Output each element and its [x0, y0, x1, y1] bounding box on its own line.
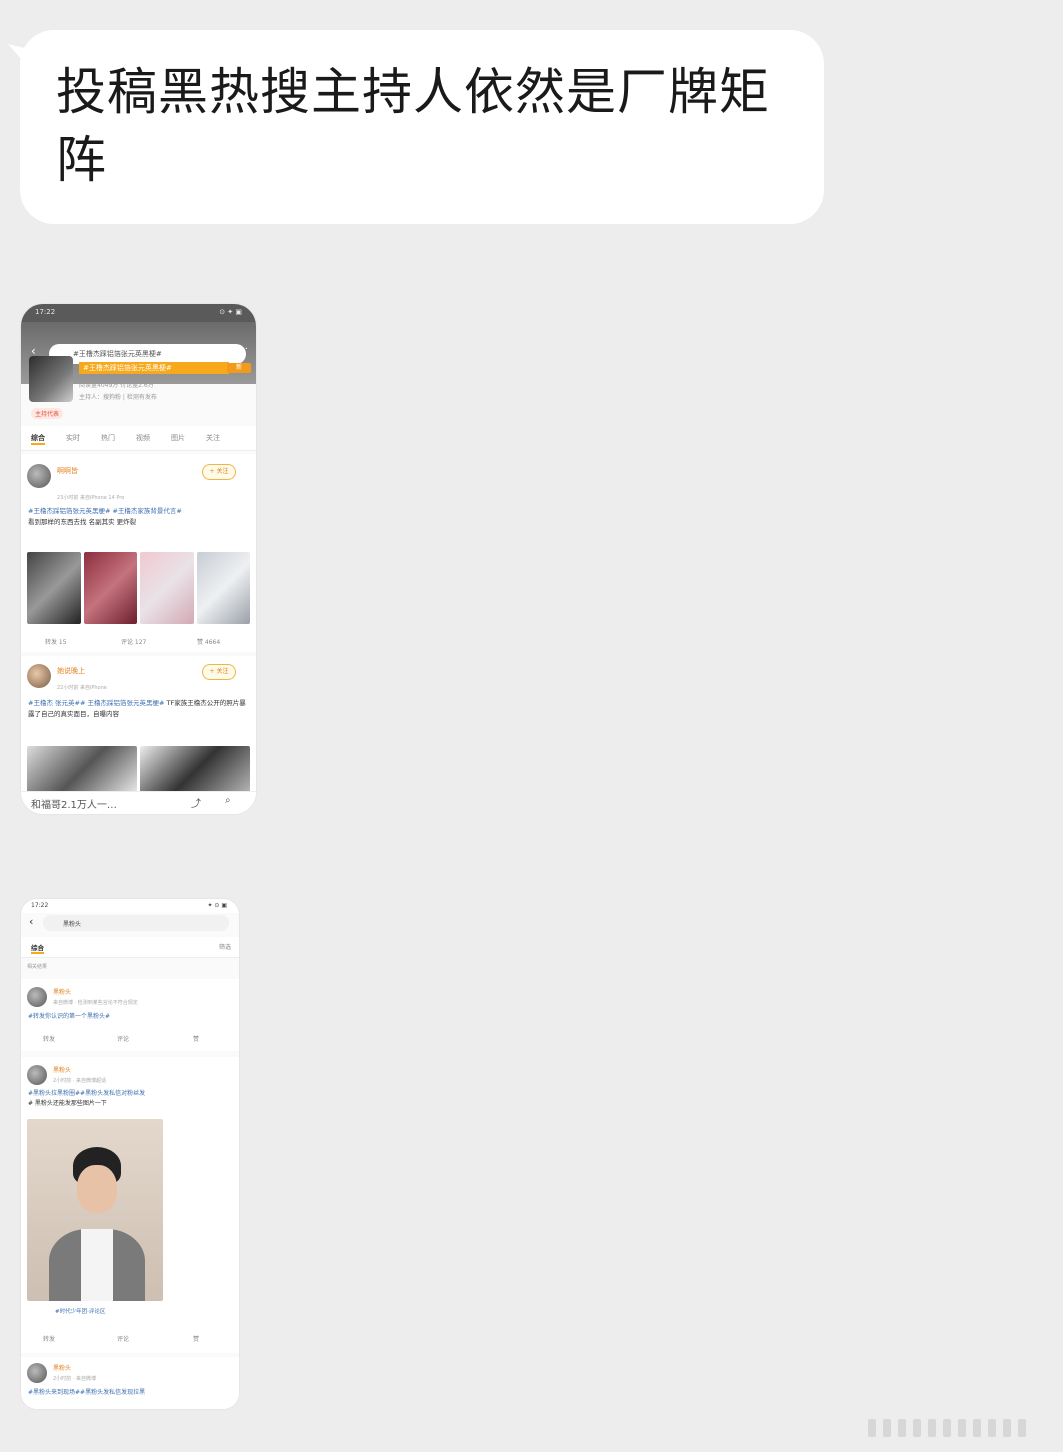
- post-text: #王橹杰 张元英## 王橹杰踩铝箔张元英黑梗# TF家族王橹杰公开的照片暴露了自…: [28, 698, 249, 720]
- post-meta: 2小时前 · 来自微博: [53, 1376, 96, 1382]
- feed-post[interactable]: 黑粉头 来自微博 · 检测到某些言论不符合规定 #转发你认识的第一个黑粉头# 转…: [21, 979, 239, 1051]
- avatar[interactable]: [27, 987, 47, 1007]
- avatar[interactable]: [27, 1363, 47, 1383]
- post-username[interactable]: 她说晚上: [57, 666, 85, 676]
- message-bubble: 投稿黑热搜主持人依然是厂牌矩阵: [20, 30, 824, 224]
- screenshot-thumbnail-2[interactable]: 17:22 ✦ ⊙ ▣ ‹ 黑粉头 综合 筛选 相关结果 黑粉头 来自微博 · …: [21, 899, 239, 1409]
- post-image[interactable]: [27, 552, 81, 624]
- avatar[interactable]: [27, 464, 51, 488]
- post-actions: 转发 评论 赞: [21, 1331, 239, 1347]
- post-text: #黑粉头拉黑粉圈##黑粉头发私信对粉丝发 # 黑粉头还能发那些图片一下: [28, 1089, 232, 1109]
- post-actions: 转发 15 评论 127 赞 4664: [21, 634, 256, 650]
- status-icons: ✦ ⊙ ▣: [207, 902, 227, 909]
- tab-video[interactable]: 视频: [136, 433, 150, 443]
- feed-post[interactable]: 黑粉头 2小时前 · 来自微博超话 #黑粉头拉黑粉圈##黑粉头发私信对粉丝发 #…: [21, 1057, 239, 1353]
- search-icon[interactable]: ⌕: [225, 795, 231, 806]
- status-time: 17:22: [35, 308, 56, 316]
- status-bar: 17:22 ⊙ ✦ ▣: [21, 304, 256, 322]
- post-meta: 23小时前 来自iPhone 14 Pro: [57, 495, 125, 501]
- comment-button[interactable]: 评论 127: [121, 637, 146, 646]
- follow-button[interactable]: + 关注: [202, 664, 236, 680]
- filter-button[interactable]: 筛选: [219, 942, 231, 951]
- screenshot-thumbnail-1[interactable]: 17:22 ⊙ ✦ ▣ ‹ #王橹杰踩铝箔张元英黑梗# ··· #王橹杰踩铝箔张…: [21, 304, 256, 814]
- post-image[interactable]: [83, 552, 137, 624]
- tab-bar: 综合 实时 热门 视频 图片 关注: [21, 426, 256, 451]
- repost-button[interactable]: 转发: [43, 1034, 55, 1043]
- comment-button[interactable]: 评论: [117, 1334, 129, 1343]
- post-hashtags[interactable]: #王橹杰踩铝箔张元英黑梗# #王橹杰家族背景代言#: [28, 507, 182, 515]
- post-username[interactable]: 黑粉头: [53, 1065, 71, 1074]
- topic-cover-image: [29, 356, 73, 402]
- status-time: 17:22: [31, 902, 49, 909]
- tab-bar: 综合 筛选: [21, 937, 239, 958]
- avatar[interactable]: [27, 1065, 47, 1085]
- post-username[interactable]: 啊啊皆: [57, 466, 78, 476]
- back-icon[interactable]: ‹: [29, 915, 33, 928]
- post-hashtags[interactable]: #黑粉头拉黑粉圈##黑粉头发私信对粉丝发: [28, 1090, 145, 1097]
- post-username[interactable]: 黑粉头: [53, 1363, 71, 1372]
- online-count[interactable]: 和福哥2.1万人一…: [31, 796, 117, 811]
- follow-button[interactable]: + 关注: [202, 464, 236, 480]
- post-body: 看到那样的东西去找 名副其实 更炸裂: [28, 518, 137, 526]
- post-images[interactable]: [27, 552, 250, 624]
- topic-stats: 阅读量4049万 讨论量2.6万: [79, 382, 154, 389]
- status-bar: 17:22 ✦ ⊙ ▣: [21, 899, 239, 913]
- tab-follow[interactable]: 关注: [206, 433, 220, 443]
- avatar[interactable]: [27, 664, 51, 688]
- section-label: 相关结果: [27, 964, 48, 970]
- like-button[interactable]: 赞 4664: [197, 637, 220, 646]
- topic-title: #王橹杰踩铝箔张元英黑梗#: [79, 362, 229, 374]
- post-hashtags[interactable]: #王橹杰 张元英## 王橹杰踩铝箔张元英黑梗#: [28, 699, 164, 707]
- feed-post[interactable]: 啊啊皆 + 关注 23小时前 来自iPhone 14 Pro #王橹杰踩铝箔张元…: [21, 454, 256, 652]
- repost-button[interactable]: 转发 15: [45, 637, 67, 646]
- post-meta: 22小时前 来自iPhone: [57, 685, 107, 691]
- photo-caption[interactable]: #时代少年团·评论区: [55, 1307, 105, 1315]
- post-images[interactable]: [27, 746, 250, 796]
- post-meta: 2小时前 · 来自微博超话: [53, 1078, 106, 1084]
- search-input[interactable]: 黑粉头: [43, 915, 229, 931]
- bottom-bar: 和福哥2.1万人一… ⤴ ⌕: [21, 791, 256, 814]
- tab-comprehensive[interactable]: 综合: [31, 433, 45, 445]
- search-input[interactable]: #王橹杰踩铝箔张元英黑梗#: [49, 344, 246, 364]
- post-photo[interactable]: [27, 1119, 163, 1301]
- tab-realtime[interactable]: 实时: [66, 433, 80, 443]
- like-button[interactable]: 赞: [193, 1034, 199, 1043]
- host-badge: 主持代表: [31, 408, 64, 419]
- topic-badge: 新: [227, 363, 251, 373]
- message-text: 投稿黑热搜主持人依然是厂牌矩阵: [56, 63, 770, 189]
- feed-post[interactable]: 黑粉头 2小时前 · 来自微博 #黑粉头来到现场##黑粉头发私信发现拉黑: [21, 1357, 239, 1409]
- post-hashtags[interactable]: #黑粉头来到现场##黑粉头发私信发现拉黑: [28, 1387, 232, 1398]
- tab-comprehensive[interactable]: 综合: [31, 942, 44, 954]
- post-hashtags[interactable]: #转发你认识的第一个黑粉头#: [28, 1011, 232, 1022]
- comment-button[interactable]: 评论: [117, 1034, 129, 1043]
- repost-button[interactable]: 转发: [43, 1334, 55, 1343]
- tab-images[interactable]: 图片: [171, 433, 185, 443]
- share-icon[interactable]: ⤴: [191, 795, 201, 810]
- post-username[interactable]: 黑粉头: [53, 987, 71, 996]
- watermark-bars: [868, 1419, 1058, 1441]
- tab-hot[interactable]: 热门: [101, 433, 115, 443]
- post-image[interactable]: [140, 552, 194, 624]
- post-image[interactable]: [140, 746, 250, 796]
- post-image[interactable]: [196, 552, 250, 624]
- post-image[interactable]: [27, 746, 137, 796]
- topic-host: 主持人：搜狗粉 | 检测有发布: [79, 394, 157, 401]
- post-body: # 黑粉头还能发那些图片一下: [28, 1100, 107, 1107]
- post-text: #王橹杰踩铝箔张元英黑梗# #王橹杰家族背景代言# 看到那样的东西去找 名副其实…: [28, 506, 249, 528]
- more-icon[interactable]: ···: [238, 344, 248, 355]
- post-actions: 转发 评论 赞: [21, 1031, 239, 1047]
- like-button[interactable]: 赞: [193, 1334, 199, 1343]
- post-meta: 来自微博 · 检测到某些言论不符合规定: [53, 1000, 138, 1006]
- status-icons: ⊙ ✦ ▣: [219, 308, 242, 316]
